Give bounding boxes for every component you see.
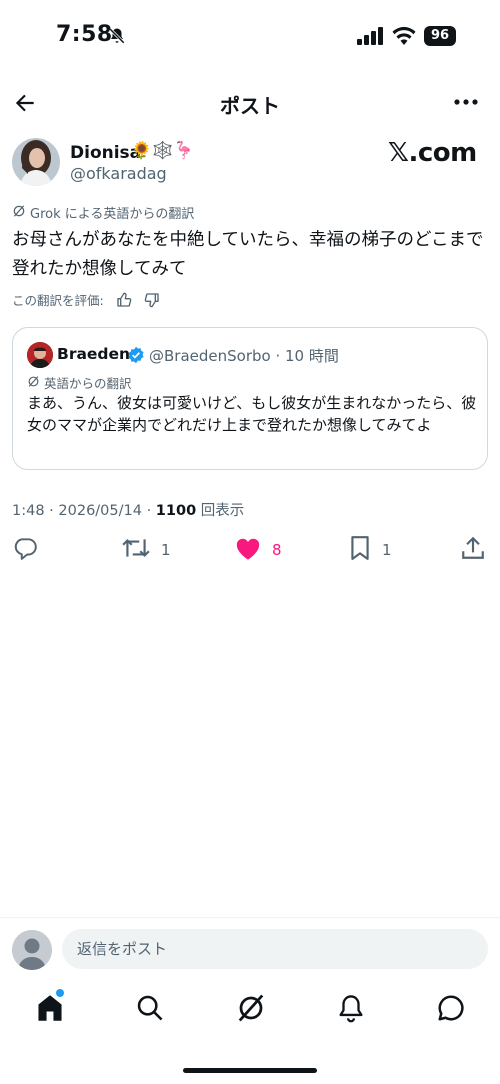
view-count: 1100 — [155, 503, 197, 519]
grok-tab-icon[interactable] — [236, 993, 266, 1027]
quoted-translation-note: 英語からの翻訳 — [27, 373, 132, 392]
x-com-watermark: 𝕏.com — [388, 138, 477, 168]
heart-filled-icon — [234, 535, 262, 565]
home-indicator — [183, 1068, 317, 1073]
quoted-handle-time: @BraedenSorbo · 10 時間 — [149, 347, 339, 365]
quoted-translation-note-text: 英語からの翻訳 — [44, 376, 132, 391]
grok-icon — [12, 204, 26, 222]
author-name-emoji: 🌻🕸️🦩 — [131, 141, 195, 161]
bookmark-count: 1 — [382, 541, 392, 559]
reply-bar — [0, 917, 500, 977]
user-avatar[interactable] — [12, 930, 52, 970]
reply-icon — [12, 535, 38, 565]
thumbs-up-icon[interactable] — [116, 292, 132, 308]
thumbs-down-icon[interactable] — [144, 292, 160, 308]
more-options-icon[interactable] — [454, 92, 478, 116]
post-text: お母さんがあなたを中絶していたら、幸福の梯子のどこまで登れたか想像してみて — [12, 230, 484, 279]
cellular-signal-icon — [357, 27, 383, 49]
wifi-icon — [392, 25, 416, 49]
share-button[interactable] — [460, 535, 486, 565]
like-count: 8 — [272, 541, 282, 559]
translation-note-text: Grok による英語からの翻訳 — [30, 207, 195, 222]
verified-badge-icon — [127, 346, 145, 368]
author-avatar[interactable] — [12, 138, 60, 186]
status-bar: 7:58 96 — [0, 0, 500, 72]
reply-input[interactable] — [62, 929, 488, 969]
home-tab-icon[interactable] — [36, 993, 64, 1027]
battery-indicator: 96 — [424, 26, 456, 46]
page-title: ポスト — [220, 94, 280, 118]
rate-translation-label: この翻訳を評価: — [12, 293, 104, 308]
repost-count: 1 — [161, 541, 171, 559]
notifications-tab-icon[interactable] — [337, 993, 365, 1027]
bookmark-button[interactable]: 1 — [348, 535, 392, 565]
quoted-post-text: まあ、うん、彼女は可愛いけど、もし彼女が生まれなかったら、彼女のママが企業内でど… — [27, 394, 477, 434]
post-meta: 1:48 · 2026/05/14 · 1100 回表示 — [12, 499, 244, 520]
status-time: 7:58 — [56, 22, 113, 47]
repost-icon — [121, 535, 151, 565]
bottom-tab-bar — [0, 985, 500, 1035]
bell-muted-icon — [108, 27, 126, 49]
quoted-author-name: Braeden — [57, 345, 131, 363]
reply-button[interactable] — [12, 535, 38, 565]
quoted-author-avatar — [27, 342, 53, 368]
bookmark-icon — [348, 535, 372, 565]
view-label: 回表示 — [196, 503, 245, 519]
like-button[interactable]: 8 — [234, 535, 282, 565]
rate-translation: この翻訳を評価: — [12, 290, 160, 309]
messages-tab-icon[interactable] — [436, 993, 466, 1027]
home-notification-dot — [56, 989, 64, 997]
repost-button[interactable]: 1 — [121, 535, 171, 565]
action-bar: 1 8 1 — [0, 535, 500, 567]
search-tab-icon[interactable] — [136, 993, 164, 1027]
post-header: ポスト — [0, 80, 500, 126]
author-handle[interactable]: @ofkaradag — [70, 164, 167, 183]
post-timestamp: 1:48 · 2026/05/14 · — [12, 503, 156, 519]
grok-icon — [27, 375, 40, 391]
quoted-post[interactable]: Braeden @BraedenSorbo · 10 時間 英語からの翻訳 まあ… — [12, 327, 488, 470]
share-icon — [460, 535, 486, 565]
translation-note: Grok による英語からの翻訳 — [12, 203, 194, 222]
